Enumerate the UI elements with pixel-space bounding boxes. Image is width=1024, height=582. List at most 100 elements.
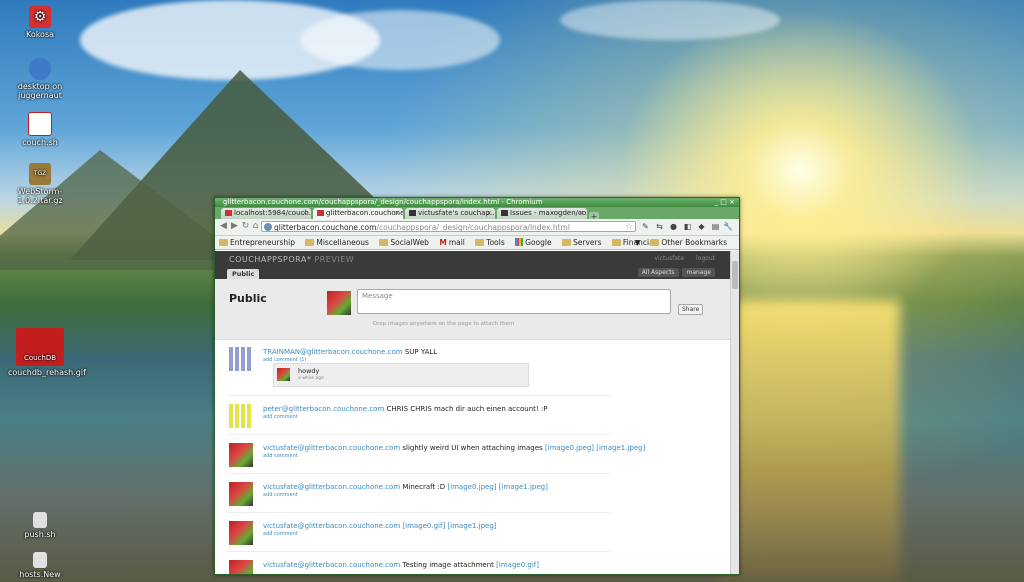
cloud	[300, 10, 500, 70]
tab-label: Issues - maxogden/co...	[510, 209, 587, 217]
tab-localhost[interactable]: localhost:5984/couch... ×	[221, 208, 311, 219]
post-author[interactable]: victusfate@glitterbacon.couchone.com	[263, 522, 400, 530]
globe-icon	[264, 223, 272, 231]
post: TRAINMAN@glitterbacon.couchone.com SUP Y…	[227, 339, 611, 396]
post: victusfate@glitterbacon.couchone.com Min…	[227, 474, 611, 513]
post-line: peter@glitterbacon.couchone.com CHRIS CH…	[263, 405, 548, 413]
bookmark-miscellaneous[interactable]: Miscellaneous	[305, 236, 369, 249]
all-aspects-button[interactable]: All Aspects	[637, 268, 679, 277]
post-text: CHRIS CHRIS mach dir auch einen account!…	[386, 405, 548, 413]
vertical-scrollbar[interactable]	[730, 251, 739, 574]
couchdb-favicon-icon	[225, 210, 232, 216]
page-menu-icon[interactable]: ▤	[711, 222, 720, 231]
close-tab-icon[interactable]: ×	[578, 208, 584, 219]
post-line: victusfate@glitterbacon.couchone.com Tes…	[263, 561, 539, 569]
add-comment-link[interactable]: add comment	[263, 492, 298, 498]
bookmark-mail[interactable]: Mmail	[439, 236, 465, 249]
bookmark-entrepreneurship[interactable]: Entrepreneurship	[219, 236, 295, 249]
bookmark-star-icon[interactable]: ☆	[625, 222, 633, 231]
close-icon[interactable]: ×	[729, 198, 735, 206]
home-icon[interactable]: ⌂	[251, 222, 260, 231]
close-tab-icon[interactable]: ×	[394, 208, 400, 219]
maximize-icon[interactable]: □	[720, 198, 727, 206]
extension-icon[interactable]: ●	[669, 222, 678, 231]
extension-icon[interactable]: ◧	[683, 222, 692, 231]
window-controls: _ □ ×	[715, 198, 735, 207]
brand-name: COUCHAPPSPORA*	[229, 255, 312, 264]
tab-glitterbacon[interactable]: glitterbacon.couchone... ×	[313, 208, 403, 219]
post-text: slightly weird UI when attaching images	[402, 444, 543, 452]
desktop-icon-kokosa[interactable]: ⚙ Kokosa	[10, 6, 70, 39]
image-link[interactable]: [image1.jpeg]	[596, 444, 645, 452]
bookmark-socialweb[interactable]: SocialWeb	[379, 236, 429, 249]
tab-label: victusfate's couchap...	[418, 209, 495, 217]
wrench-icon[interactable]: 🔧	[723, 222, 733, 231]
tab-public[interactable]: Public	[227, 269, 260, 279]
folder-icon	[305, 239, 315, 246]
message-input[interactable]: Message	[357, 289, 671, 314]
desktop-icon-hosts-new[interactable]: hosts.New	[10, 552, 70, 579]
image-link[interactable]: [image0.jpeg]	[545, 444, 594, 452]
image-link[interactable]: [image1.jpeg]	[447, 522, 496, 530]
tab-issues-maxogden[interactable]: Issues - maxogden/co... ×	[497, 208, 587, 219]
desktop-icon-webstorm-archive[interactable]: TGZ WebStorm-1.0.2.tar.gz	[10, 163, 70, 205]
page-content: COUCHAPPSPORA* PREVIEW victusfate logout…	[215, 251, 731, 574]
extension-icon[interactable]: ⇆	[655, 222, 664, 231]
post-line: TRAINMAN@glitterbacon.couchone.com SUP Y…	[263, 348, 437, 356]
image-link[interactable]: [image0.gif]	[496, 561, 539, 569]
post-stream: TRAINMAN@glitterbacon.couchone.com SUP Y…	[215, 339, 731, 574]
desktop-icon-desktop-on-juggernaut[interactable]: desktop on juggernaut	[10, 58, 70, 100]
avatar	[277, 368, 290, 381]
browser-window: glitterbacon.couchone.com/couchappspora/…	[214, 197, 740, 575]
reload-icon[interactable]: ↻	[241, 222, 250, 231]
desktop-icon-label: couchdb_rehash.gif	[8, 368, 86, 377]
window-titlebar[interactable]: glitterbacon.couchone.com/couchappspora/…	[215, 198, 739, 207]
close-tab-icon[interactable]: ×	[486, 208, 492, 219]
desktop-icon-label: push.sh	[24, 530, 56, 539]
post-author[interactable]: victusfate@glitterbacon.couchone.com	[263, 444, 400, 452]
avatar	[327, 291, 351, 315]
add-comment-link[interactable]: add comment	[263, 414, 298, 420]
desktop-icon-label: hosts.New	[19, 570, 61, 579]
add-comment-link[interactable]: add comment	[263, 453, 298, 459]
extension-icon[interactable]: ✎	[641, 222, 650, 231]
back-icon[interactable]: ◀	[219, 222, 228, 231]
user-links: victusfate logout	[644, 255, 715, 262]
post-author[interactable]: victusfate@glitterbacon.couchone.com	[263, 483, 400, 491]
sun-reflection	[720, 300, 900, 582]
post-line: victusfate@glitterbacon.couchone.com Min…	[263, 483, 548, 491]
desktop-icon-couch-sh[interactable]: couch.sh	[10, 112, 70, 147]
bookmark-google[interactable]: Google	[515, 236, 552, 249]
image-link[interactable]: [image1.jpeg]	[499, 483, 548, 491]
tab-victusfate-couchapp[interactable]: victusfate's couchap... ×	[405, 208, 495, 219]
share-button[interactable]: Share	[678, 304, 704, 315]
folder-icon	[475, 239, 485, 246]
address-bar[interactable]: glitterbacon.couchone.com/couchappspora/…	[261, 221, 636, 232]
logout-link[interactable]: logout	[696, 255, 715, 262]
user-link[interactable]: victusfate	[654, 255, 684, 262]
gear-icon: ⚙	[29, 6, 51, 28]
bookmarks-bar: Entrepreneurship Miscellaneous SocialWeb…	[215, 236, 739, 250]
post-author[interactable]: TRAINMAN@glitterbacon.couchone.com	[263, 348, 403, 356]
folder-icon	[219, 239, 228, 246]
scrollbar-thumb[interactable]	[732, 261, 738, 289]
post-author[interactable]: victusfate@glitterbacon.couchone.com	[263, 561, 400, 569]
desktop-icon-push-sh[interactable]: push.sh	[10, 512, 70, 539]
post-author[interactable]: peter@glitterbacon.couchone.com	[263, 405, 384, 413]
bookmark-servers[interactable]: Servers	[562, 236, 602, 249]
extension-icon[interactable]: ◆	[697, 222, 706, 231]
manage-button[interactable]: manage	[682, 268, 715, 277]
image-link[interactable]: [image0.jpeg]	[447, 483, 496, 491]
other-bookmarks[interactable]: ▼ Other Bookmarks	[635, 236, 727, 249]
avatar	[229, 521, 253, 545]
bookmark-label: SocialWeb	[390, 238, 429, 247]
app-brand: COUCHAPPSPORA* PREVIEW	[229, 255, 354, 264]
close-tab-icon[interactable]: ×	[302, 208, 308, 219]
desktop-icon-couchdb-rehash[interactable]: CouchDB couchdb_rehash.gif	[8, 328, 86, 377]
add-comment-link[interactable]: add comment	[263, 531, 298, 537]
image-link[interactable]: [image0.gif]	[402, 522, 445, 530]
forward-icon[interactable]: ▶	[230, 222, 239, 231]
brand-suffix: PREVIEW	[314, 255, 355, 264]
bookmark-tools[interactable]: Tools	[475, 236, 505, 249]
minimize-icon[interactable]: _	[715, 198, 719, 206]
